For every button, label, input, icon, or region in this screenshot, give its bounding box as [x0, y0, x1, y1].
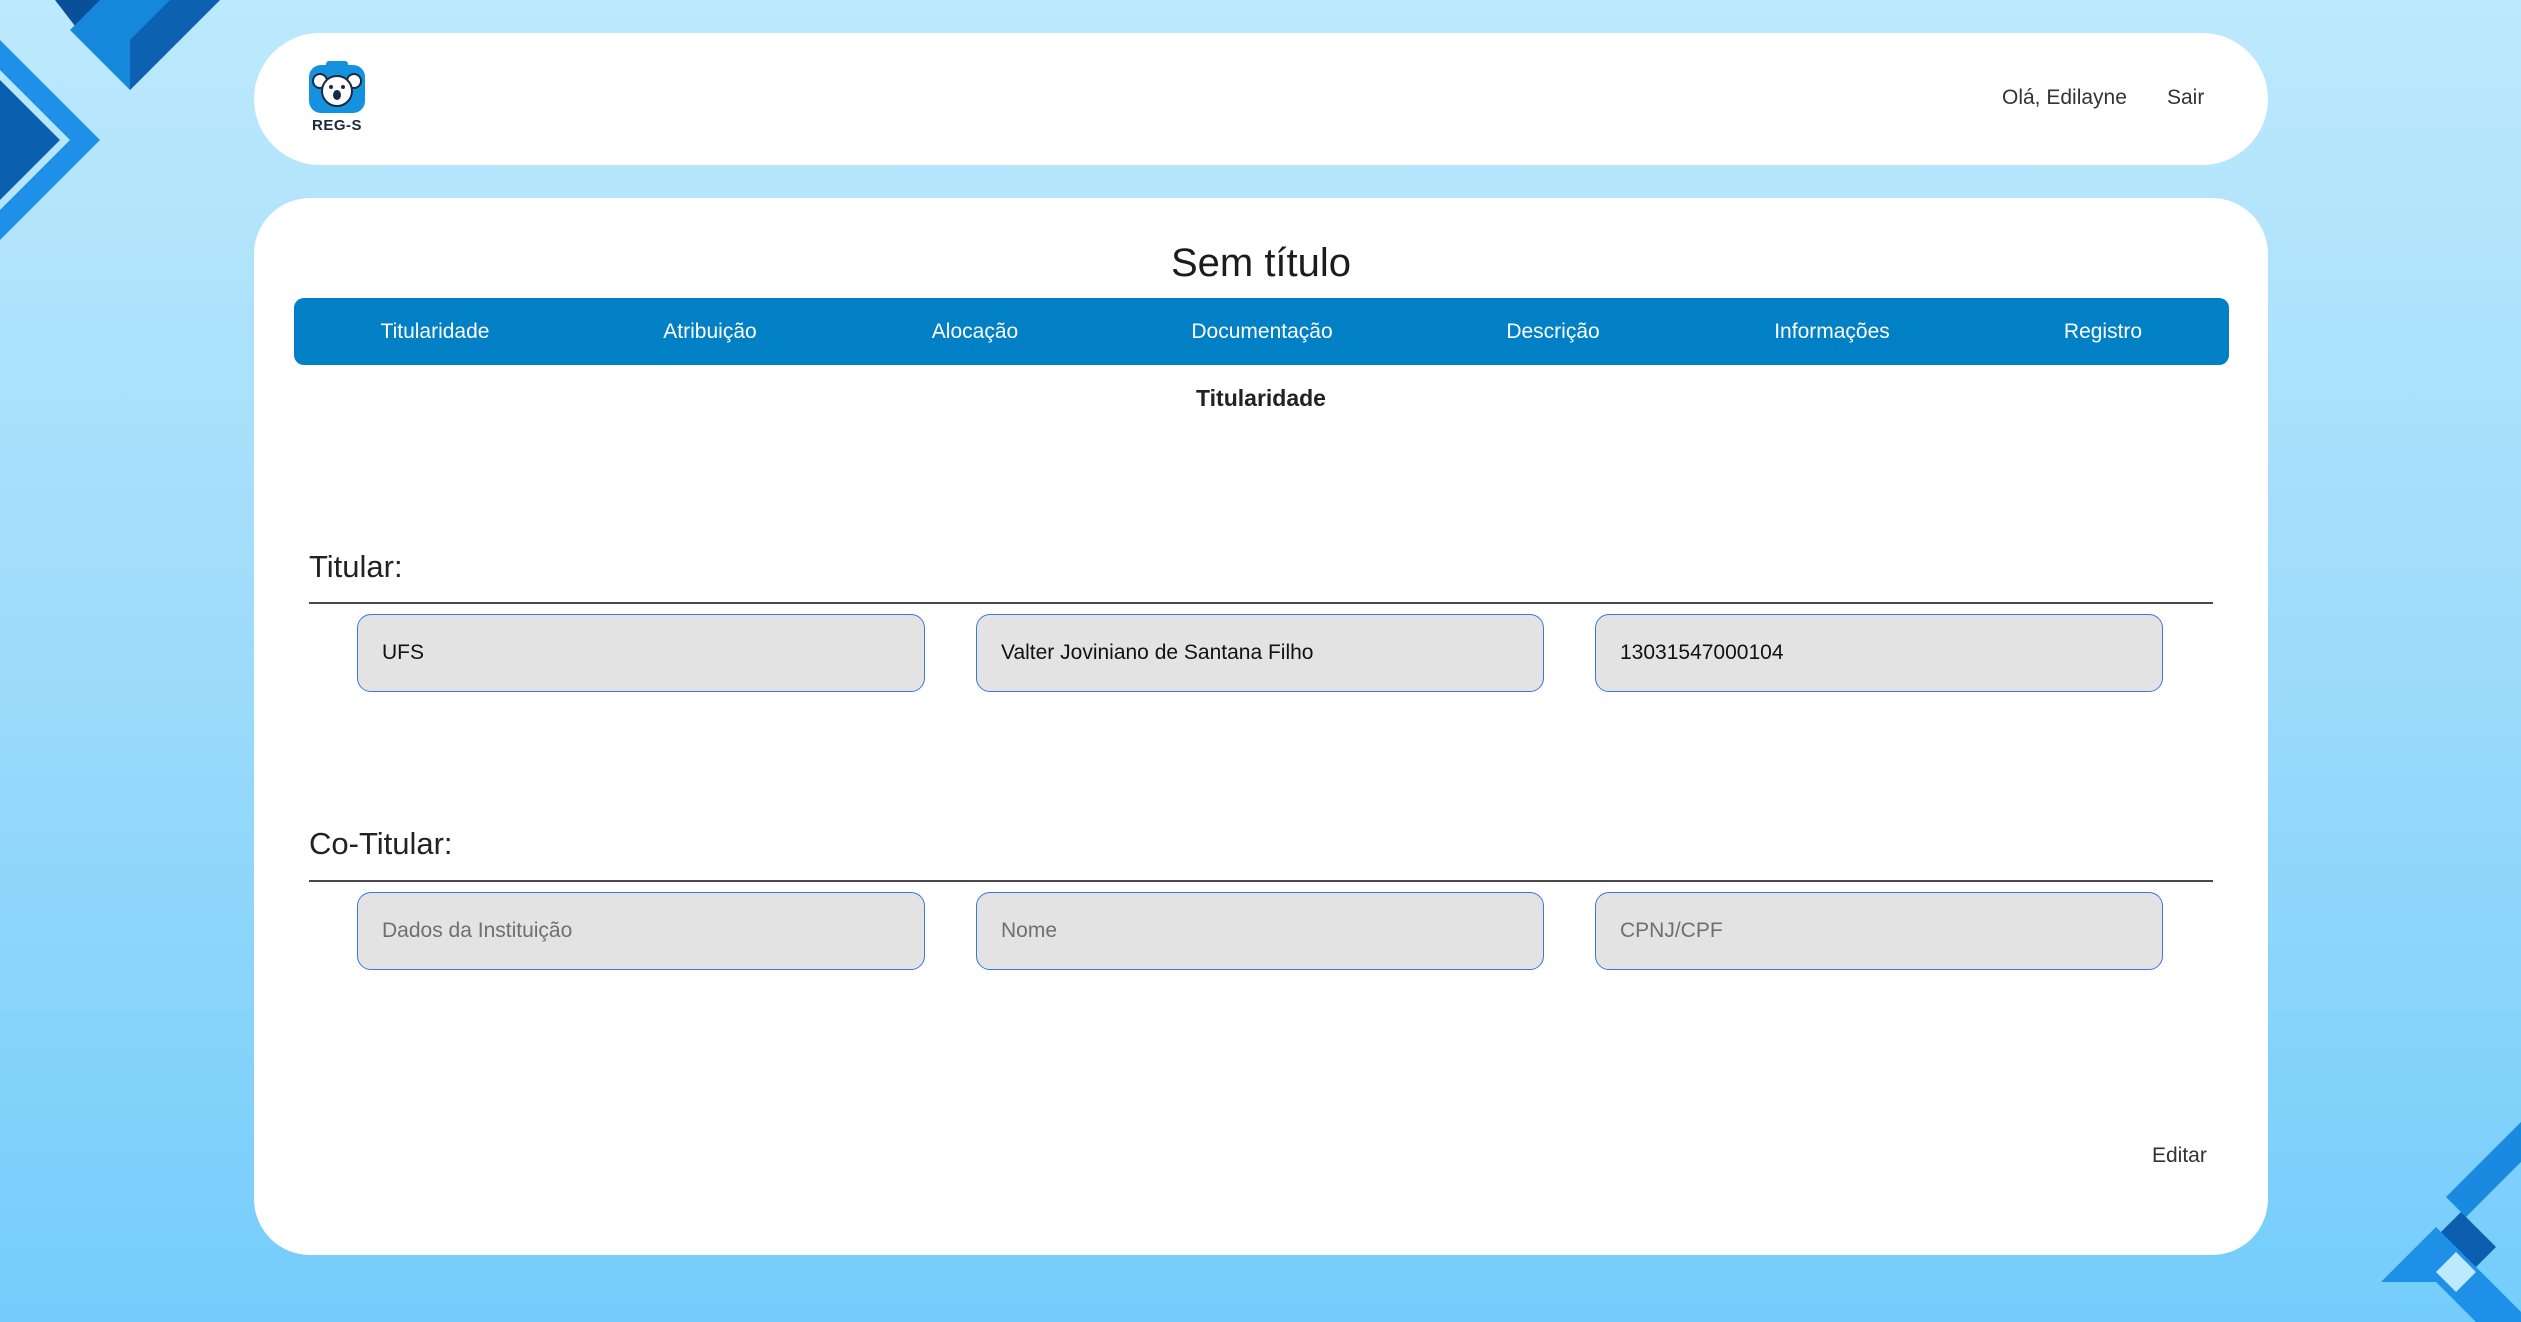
corner-decoration-top-left	[0, 0, 220, 240]
tab-atribuicao[interactable]: Atribuição	[663, 298, 756, 365]
reg-s-logo[interactable]: REG-S	[306, 59, 368, 139]
tab-informacoes[interactable]: Informações	[1774, 298, 1890, 365]
main-content-card: Sem título Titularidade Atribuição Aloca…	[254, 198, 2268, 1255]
cotitular-label: Co-Titular:	[309, 826, 453, 861]
edit-button[interactable]: Editar	[2152, 1144, 2207, 1168]
logout-link[interactable]: Sair	[2167, 86, 2204, 110]
cotitular-name-field[interactable]	[976, 892, 1544, 970]
titular-label: Titular:	[309, 549, 403, 584]
titular-divider	[309, 602, 2213, 604]
tab-documentacao[interactable]: Documentação	[1191, 298, 1332, 365]
corner-decoration-bottom-right	[2381, 1122, 2521, 1322]
logo-text: REG-S	[311, 117, 362, 134]
tab-alocacao[interactable]: Alocação	[932, 298, 1018, 365]
top-header-bar: REG-S Olá, Edilayne Sair	[254, 33, 2268, 165]
tab-registro[interactable]: Registro	[2064, 298, 2142, 365]
page-title: Sem título	[1170, 241, 1352, 285]
tab-descricao[interactable]: Descrição	[1506, 298, 1599, 365]
titular-document-field[interactable]	[1595, 614, 2163, 692]
user-greeting: Olá, Edilayne	[2002, 86, 2127, 109]
cotitular-document-field[interactable]	[1595, 892, 2163, 970]
section-heading: Titularidade	[1196, 385, 1326, 411]
tab-titularidade[interactable]: Titularidade	[381, 298, 490, 365]
cotitular-divider	[309, 880, 2213, 882]
titular-name-field[interactable]	[976, 614, 1544, 692]
step-tabs-bar: Titularidade Atribuição Alocação Documen…	[294, 298, 2229, 365]
koala-logo-icon	[309, 61, 365, 113]
cotitular-institution-field[interactable]	[357, 892, 925, 970]
titular-institution-field[interactable]	[357, 614, 925, 692]
